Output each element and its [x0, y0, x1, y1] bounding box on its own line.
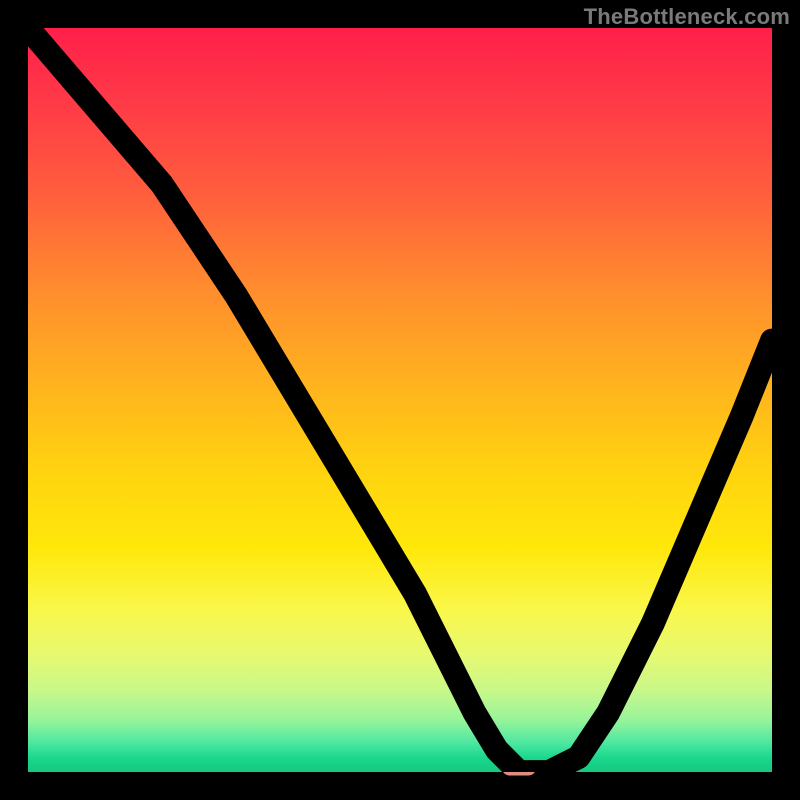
chart-frame: TheBottleneck.com	[0, 0, 800, 800]
plot-area	[28, 28, 772, 772]
watermark-text: TheBottleneck.com	[584, 4, 790, 30]
bottleneck-curve	[28, 28, 772, 772]
